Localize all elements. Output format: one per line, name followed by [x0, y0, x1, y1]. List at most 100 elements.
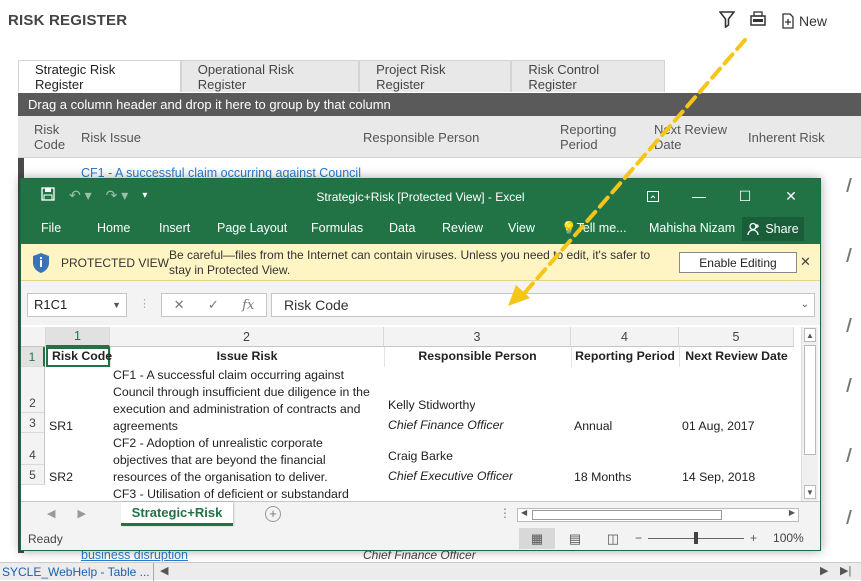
zoom-in-icon[interactable]: +: [750, 531, 757, 545]
ribbon-tab-review[interactable]: Review: [442, 221, 483, 235]
row-header-4[interactable]: 4: [21, 433, 45, 465]
row-header-3[interactable]: 3: [21, 413, 45, 433]
scroll-left-icon[interactable]: ◀: [521, 508, 527, 517]
column-header-4[interactable]: 4: [571, 327, 679, 347]
ribbon-tab-formulas[interactable]: Formulas: [311, 221, 363, 235]
page-break-preview-icon[interactable]: ◫: [595, 528, 631, 549]
ribbon-tab-insert[interactable]: Insert: [159, 221, 190, 235]
ribbon-tab-home[interactable]: Home: [97, 221, 130, 235]
formula-actions: ✕ ✓ fx: [161, 293, 267, 317]
cell-next-review-date[interactable]: 14 Sep, 2018: [682, 469, 755, 486]
ribbon-tab-file[interactable]: File: [41, 221, 61, 235]
select-all-corner[interactable]: [21, 327, 46, 347]
group-by-drop-zone[interactable]: Drag a column header and drop it here to…: [18, 93, 861, 116]
filter-icon[interactable]: [718, 10, 736, 31]
tab-operational-risk-register[interactable]: Operational Risk Register: [180, 60, 360, 92]
excel-window: ↶ ▾ ↷ ▾ ▾ Strategic+Risk [Protected View…: [20, 178, 821, 551]
enable-editing-button[interactable]: Enable Editing: [679, 252, 797, 273]
normal-view-icon[interactable]: ▦: [519, 528, 555, 549]
more-options-icon[interactable]: ⋮: [499, 506, 511, 520]
column-header-2[interactable]: 2: [110, 327, 384, 347]
tab-strategic-risk-register[interactable]: Strategic Risk Register: [18, 60, 181, 92]
cell-responsible-person-header[interactable]: Responsible Person: [384, 348, 571, 365]
new-button[interactable]: New: [781, 13, 827, 29]
account-user-name[interactable]: Mahisha Nizam: [649, 221, 735, 235]
column-header-reporting-period[interactable]: Reporting Period: [560, 116, 630, 158]
scroll-down-icon[interactable]: ▼: [804, 485, 816, 499]
tell-me-search[interactable]: 💡Tell me...: [561, 221, 627, 236]
row-header-2[interactable]: 2: [21, 367, 45, 413]
column-header-3[interactable]: 3: [384, 327, 571, 347]
ribbon-tab-page-layout[interactable]: Page Layout: [217, 221, 287, 235]
next-sheet-icon[interactable]: ▶: [77, 507, 85, 520]
zoom-out-icon[interactable]: −: [635, 531, 642, 545]
row-header-5[interactable]: 5: [21, 465, 45, 485]
zoom-level[interactable]: 100%: [773, 531, 804, 545]
cell-next-review-date-header[interactable]: Next Review Date: [679, 348, 794, 365]
row-header-1[interactable]: 1: [21, 347, 45, 367]
ribbon-display-options-icon[interactable]: [630, 185, 676, 207]
scroll-up-icon[interactable]: ▲: [804, 328, 816, 342]
cell-next-review-date[interactable]: 01 Aug, 2017: [682, 418, 754, 435]
scroll-right-icon[interactable]: ▶: [789, 508, 795, 517]
column-header-next-review-date[interactable]: Next Review Date: [654, 116, 734, 158]
column-header-risk-issue[interactable]: Risk Issue: [81, 116, 141, 158]
sheet-tab-strategic-risk[interactable]: Strategic+Risk: [121, 502, 233, 526]
scroll-right-icon[interactable]: ▶: [820, 564, 828, 577]
formula-input[interactable]: Risk Code ⌄: [271, 293, 815, 317]
cell-risk-code-header[interactable]: Risk Code: [52, 348, 112, 365]
cell-person-name[interactable]: Kelly Stidworthy: [388, 397, 475, 414]
share-button[interactable]: Share: [742, 217, 804, 241]
zoom-slider[interactable]: [648, 531, 745, 544]
vertical-scrollbar[interactable]: ▲ ▼: [801, 327, 818, 501]
scroll-thumb[interactable]: [532, 510, 722, 520]
cell-issue-text[interactable]: objectives that are beyond the financial: [113, 452, 326, 469]
add-sheet-icon[interactable]: +: [265, 506, 281, 522]
name-box[interactable]: R1C1 ▼: [27, 293, 127, 317]
column-header-5[interactable]: 5: [679, 327, 794, 347]
ribbon-tab-view[interactable]: View: [508, 221, 535, 235]
cell-person-title[interactable]: Chief Finance Officer: [388, 417, 504, 434]
taskbar-item[interactable]: SYCLE_WebHelp - Table ...: [2, 565, 150, 579]
previous-sheet-icon[interactable]: ◀: [47, 507, 55, 520]
scroll-left-icon[interactable]: ◀: [160, 564, 168, 577]
protected-view-bar: PROTECTED VIEW Be careful—files from the…: [21, 244, 820, 281]
scroll-end-icon[interactable]: ▶|: [840, 564, 851, 577]
cell-reporting-period-header[interactable]: Reporting Period: [571, 348, 679, 365]
export-icon[interactable]: [749, 10, 767, 31]
tab-project-risk-register[interactable]: Project Risk Register: [359, 60, 512, 92]
cell-person-name[interactable]: Craig Barke: [388, 448, 453, 465]
column-header-inherent-risk[interactable]: Inherent Risk: [748, 116, 825, 158]
cell-person-title[interactable]: Chief Executive Officer: [388, 468, 513, 485]
column-header-responsible-person[interactable]: Responsible Person: [363, 116, 479, 158]
column-header-risk-code[interactable]: Risk Code: [34, 116, 74, 158]
cell-risk-code[interactable]: SR2: [49, 469, 73, 486]
chevron-down-icon[interactable]: ▼: [112, 294, 121, 316]
horizontal-scrollbar[interactable]: ◀ ▶: [517, 508, 799, 522]
close-icon[interactable]: ✕: [768, 185, 814, 207]
minimize-icon[interactable]: —: [676, 185, 722, 207]
cell-issue-text[interactable]: Council through insufficient due diligen…: [113, 384, 370, 401]
column-header-1[interactable]: 1: [46, 327, 110, 347]
cell-issue-text[interactable]: agreements: [113, 418, 178, 435]
insert-function-icon[interactable]: fx: [242, 298, 254, 313]
cell-risk-code[interactable]: SR1: [49, 418, 73, 435]
close-icon[interactable]: ✕: [800, 254, 811, 270]
page-layout-view-icon[interactable]: ▤: [557, 528, 593, 549]
cell-issue-text[interactable]: resources of the organisation to deliver…: [113, 469, 328, 486]
formula-bar-grip-icon[interactable]: ⋮: [139, 297, 150, 310]
enter-icon[interactable]: ✓: [208, 297, 219, 313]
tab-risk-control-register[interactable]: Risk Control Register: [511, 60, 665, 92]
cell-reporting-period[interactable]: Annual: [574, 418, 612, 435]
cell-reporting-period[interactable]: 18 Months: [574, 469, 631, 486]
ribbon-tab-data[interactable]: Data: [389, 221, 415, 235]
zoom-slider-knob[interactable]: [694, 531, 699, 544]
expand-formula-bar-icon[interactable]: ⌄: [801, 294, 809, 316]
cell-issue-text[interactable]: CF2 - Adoption of unrealistic corporate: [113, 435, 323, 452]
cell-issue-text[interactable]: CF1 - A successful claim occurring again…: [113, 367, 344, 384]
cell-issue-risk-header[interactable]: Issue Risk: [110, 348, 384, 365]
maximize-icon[interactable]: ☐: [722, 185, 768, 207]
cancel-icon[interactable]: ✕: [174, 297, 185, 313]
scroll-thumb[interactable]: [804, 345, 816, 455]
cell-issue-text[interactable]: execution and administration of contract…: [113, 401, 360, 418]
